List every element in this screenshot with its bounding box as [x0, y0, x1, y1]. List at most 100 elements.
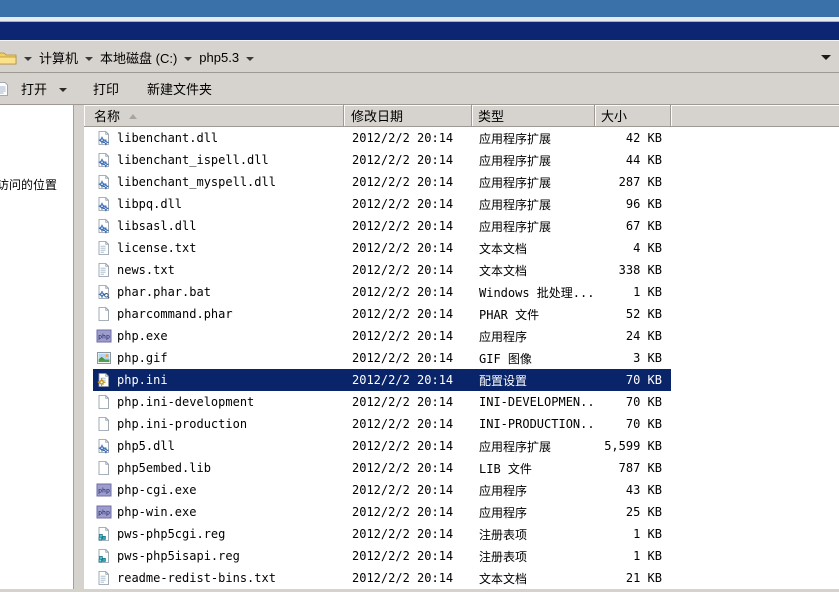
file-row[interactable]: news.txt 2012/2/2 20:14 文本文档 338 KB — [84, 259, 839, 281]
column-header-date-modified[interactable]: 修改日期 — [344, 105, 472, 127]
file-size: 338 KB — [595, 259, 671, 281]
php-file-icon: php — [96, 504, 112, 520]
file-size: 5,599 KB — [595, 435, 671, 457]
file-date-modified: 2012/2/2 20:14 — [344, 259, 472, 281]
list-header: 名称 修改日期 类型 大小 — [84, 105, 839, 127]
breadcrumb-chevron-icon[interactable] — [184, 57, 192, 61]
breadcrumb-chevron-icon[interactable] — [246, 57, 254, 61]
row-filler — [671, 237, 839, 259]
file-type: 应用程序扩展 — [472, 435, 595, 457]
file-row[interactable]: pws-php5cgi.reg 2012/2/2 20:14 注册表项 1 KB — [84, 523, 839, 545]
command-toolbar: 打开 打印 新建文件夹 — [0, 73, 839, 105]
file-date-modified: 2012/2/2 20:14 — [344, 501, 472, 523]
file-size: 25 KB — [595, 501, 671, 523]
breadcrumb-item-php53[interactable]: php5.3 — [199, 50, 239, 65]
file-date-modified: 2012/2/2 20:14 — [344, 523, 472, 545]
row-filler — [671, 149, 839, 171]
file-type: INI-PRODUCTION... — [472, 413, 595, 435]
file-type: 应用程序 — [472, 325, 595, 347]
file-size: 70 KB — [595, 413, 671, 435]
address-history-dropdown-icon[interactable] — [821, 55, 831, 60]
file-name: pharcommand.phar — [117, 307, 233, 321]
navigation-sidebar: 访问的位置 — [0, 105, 74, 589]
file-name: pws-php5isapi.reg — [117, 549, 240, 563]
breadcrumb-item-local-disk-c[interactable]: 本地磁盘 (C:) — [100, 48, 177, 67]
file-type: 应用程序扩展 — [472, 193, 595, 215]
row-filler — [671, 479, 839, 501]
breadcrumb-chevron-icon[interactable] — [85, 57, 93, 61]
open-button[interactable]: 打开 — [15, 75, 53, 102]
file-row[interactable]: phar.phar.bat 2012/2/2 20:14 Windows 批处理… — [84, 281, 839, 303]
file-size: 43 KB — [595, 479, 671, 501]
row-filler — [671, 391, 839, 413]
new-folder-button[interactable]: 新建文件夹 — [141, 75, 218, 102]
reg-file-icon — [96, 548, 112, 564]
dll-file-icon — [96, 218, 112, 234]
window-top-band — [0, 0, 839, 17]
file-type: Windows 批处理... — [472, 281, 595, 303]
file-name: php-win.exe — [117, 505, 196, 519]
file-row[interactable]: php php-cgi.exe 2012/2/2 20:14 应用程序 43 K… — [84, 479, 839, 501]
file-row[interactable]: php php.exe 2012/2/2 20:14 应用程序 24 KB — [84, 325, 839, 347]
row-filler — [671, 127, 839, 149]
row-filler — [671, 545, 839, 567]
file-row[interactable]: pharcommand.phar 2012/2/2 20:14 PHAR 文件 … — [84, 303, 839, 325]
sidebar-item-recent-places[interactable]: 访问的位置 — [0, 105, 73, 193]
file-type: PHAR 文件 — [472, 303, 595, 325]
file-row[interactable]: php.ini-production 2012/2/2 20:14 INI-PR… — [84, 413, 839, 435]
window-title-band — [0, 22, 839, 40]
file-row[interactable]: libenchant_ispell.dll 2012/2/2 20:14 应用程… — [84, 149, 839, 171]
file-date-modified: 2012/2/2 20:14 — [344, 457, 472, 479]
file-row-selected[interactable]: php.ini 2012/2/2 20:14 配置设置 70 KB — [84, 369, 839, 391]
file-row[interactable]: php.gif 2012/2/2 20:14 GIF 图像 3 KB — [84, 347, 839, 369]
file-row[interactable]: libsasl.dll 2012/2/2 20:14 应用程序扩展 67 KB — [84, 215, 839, 237]
dll-file-icon — [96, 130, 112, 146]
row-filler — [671, 303, 839, 325]
sidebar-divider[interactable] — [74, 105, 84, 589]
breadcrumb-item-computer[interactable]: 计算机 — [39, 48, 78, 67]
open-dropdown-icon[interactable] — [59, 88, 67, 92]
explorer-content: 访问的位置 名称 修改日期 类型 大小 libenchant.dll 2012/… — [0, 105, 839, 589]
file-row[interactable]: php php-win.exe 2012/2/2 20:14 应用程序 25 K… — [84, 501, 839, 523]
file-name: php5embed.lib — [117, 461, 211, 475]
file-row[interactable]: pws-php5isapi.reg 2012/2/2 20:14 注册表项 1 … — [84, 545, 839, 567]
row-filler — [671, 435, 839, 457]
file-type: 应用程序 — [472, 479, 595, 501]
column-header-name[interactable]: 名称 — [84, 105, 344, 127]
file-row[interactable]: php5embed.lib 2012/2/2 20:14 LIB 文件 787 … — [84, 457, 839, 479]
file-type: INI-DEVELOPMEN... — [472, 391, 595, 413]
print-button[interactable]: 打印 — [87, 75, 125, 102]
file-name: libenchant.dll — [117, 131, 218, 145]
file-row[interactable]: php5.dll 2012/2/2 20:14 应用程序扩展 5,599 KB — [84, 435, 839, 457]
file-date-modified: 2012/2/2 20:14 — [344, 413, 472, 435]
file-size: 1 KB — [595, 545, 671, 567]
file-date-modified: 2012/2/2 20:14 — [344, 193, 472, 215]
file-size: 42 KB — [595, 127, 671, 149]
file-type: 文本文档 — [472, 567, 595, 589]
file-name: libsasl.dll — [117, 219, 196, 233]
row-filler — [671, 413, 839, 435]
column-header-size[interactable]: 大小 — [595, 105, 671, 127]
file-date-modified: 2012/2/2 20:14 — [344, 325, 472, 347]
column-header-type[interactable]: 类型 — [472, 105, 595, 127]
row-filler — [671, 281, 839, 303]
file-date-modified: 2012/2/2 20:14 — [344, 215, 472, 237]
file-row[interactable]: license.txt 2012/2/2 20:14 文本文档 4 KB — [84, 237, 839, 259]
file-row[interactable]: libpq.dll 2012/2/2 20:14 应用程序扩展 96 KB — [84, 193, 839, 215]
file-row[interactable]: libenchant_myspell.dll 2012/2/2 20:14 应用… — [84, 171, 839, 193]
file-size: 4 KB — [595, 237, 671, 259]
file-size: 67 KB — [595, 215, 671, 237]
breadcrumb-dropdown-icon[interactable] — [24, 57, 32, 61]
file-row[interactable]: php.ini-development 2012/2/2 20:14 INI-D… — [84, 391, 839, 413]
file-size: 52 KB — [595, 303, 671, 325]
file-name: php.exe — [117, 329, 168, 343]
column-header-size-label: 大小 — [601, 106, 627, 125]
file-type: 应用程序扩展 — [472, 171, 595, 193]
file-date-modified: 2012/2/2 20:14 — [344, 391, 472, 413]
file-size: 96 KB — [595, 193, 671, 215]
file-row[interactable]: readme-redist-bins.txt 2012/2/2 20:14 文本… — [84, 567, 839, 589]
row-filler — [671, 347, 839, 369]
file-row[interactable]: libenchant.dll 2012/2/2 20:14 应用程序扩展 42 … — [84, 127, 839, 149]
row-filler — [671, 215, 839, 237]
blank-file-icon — [96, 306, 112, 322]
